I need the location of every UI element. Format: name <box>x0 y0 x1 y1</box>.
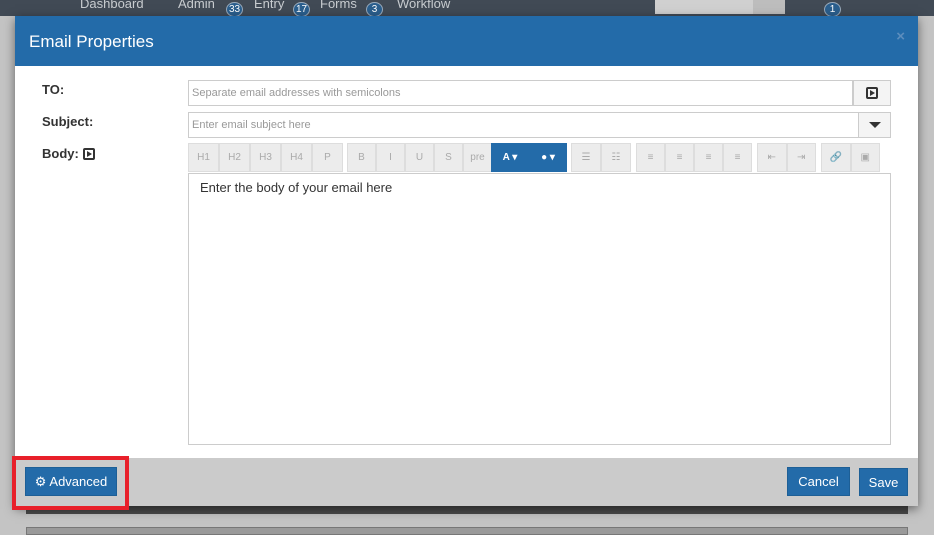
highlight-box <box>12 456 129 510</box>
indent-button[interactable]: ⇥ <box>786 143 816 172</box>
numbered-list-button[interactable]: ☷ <box>601 143 631 172</box>
dialog-title: Email Properties <box>29 32 154 51</box>
app-navbar: Dashboard Admin Entry 33 Forms 17 Workfl… <box>0 0 934 17</box>
font-color-button[interactable]: A ▾ <box>491 143 529 172</box>
heading-h3-button[interactable]: H3 <box>250 143 281 172</box>
align-center-button[interactable]: ≡ <box>665 143 694 172</box>
bold-button[interactable]: B <box>347 143 376 172</box>
body-editor[interactable]: Enter the body of your email here <box>188 173 891 445</box>
play-icon <box>866 87 878 99</box>
italic-button[interactable]: I <box>376 143 405 172</box>
save-button[interactable]: Save <box>859 468 908 496</box>
background-color-button[interactable]: ● ▾ <box>529 143 567 172</box>
nav-admin[interactable]: Admin <box>178 0 215 11</box>
align-left-button[interactable]: ≡ <box>636 143 665 172</box>
nav-forms[interactable]: Forms <box>320 0 357 11</box>
nav-dashboard[interactable]: Dashboard <box>80 0 144 11</box>
cancel-button[interactable]: Cancel <box>787 467 850 496</box>
nav-workflow[interactable]: Workflow <box>397 0 450 11</box>
heading-p-button[interactable]: P <box>312 143 343 172</box>
align-right-button[interactable]: ≡ <box>694 143 723 172</box>
close-icon[interactable]: × <box>896 28 905 45</box>
workflow-badge: 3 <box>366 2 383 17</box>
dialog-header: Email Properties × <box>15 16 918 66</box>
subject-input[interactable]: Enter email subject here <box>188 112 859 138</box>
caret-down-icon <box>868 122 881 128</box>
link-button[interactable]: 🔗 <box>821 143 851 172</box>
bullet-list-button[interactable]: ☰ <box>571 143 601 172</box>
heading-h4-button[interactable]: H4 <box>281 143 312 172</box>
background-panel <box>26 527 908 535</box>
body-label-wrap: Body: <box>42 146 95 161</box>
to-input[interactable]: Separate email addresses with semicolons <box>188 80 853 106</box>
play-icon[interactable] <box>82 147 95 160</box>
nav-entry[interactable]: Entry <box>254 0 284 11</box>
body-label: Body: <box>42 146 79 161</box>
underline-button[interactable]: U <box>405 143 434 172</box>
forms-badge: 17 <box>293 2 310 17</box>
email-properties-dialog: Email Properties × TO: Separate email ad… <box>15 16 918 506</box>
to-picker-button[interactable] <box>853 80 891 106</box>
notifications-badge: 1 <box>824 2 841 17</box>
subject-dropdown-button[interactable] <box>858 112 891 138</box>
image-button[interactable]: ▣ <box>850 143 880 172</box>
search-button[interactable] <box>753 0 785 14</box>
search-input[interactable] <box>655 0 753 14</box>
outdent-button[interactable]: ⇤ <box>757 143 787 172</box>
subject-label: Subject: <box>42 114 94 129</box>
entry-badge: 33 <box>226 2 243 17</box>
strikethrough-button[interactable]: S <box>434 143 463 172</box>
pre-button[interactable]: pre <box>463 143 492 172</box>
heading-h1-button[interactable]: H1 <box>188 143 219 172</box>
to-label: TO: <box>42 82 65 97</box>
dialog-footer: ⚙ Advanced Cancel Save <box>15 458 918 506</box>
heading-h2-button[interactable]: H2 <box>219 143 250 172</box>
justify-button[interactable]: ≡ <box>723 143 752 172</box>
